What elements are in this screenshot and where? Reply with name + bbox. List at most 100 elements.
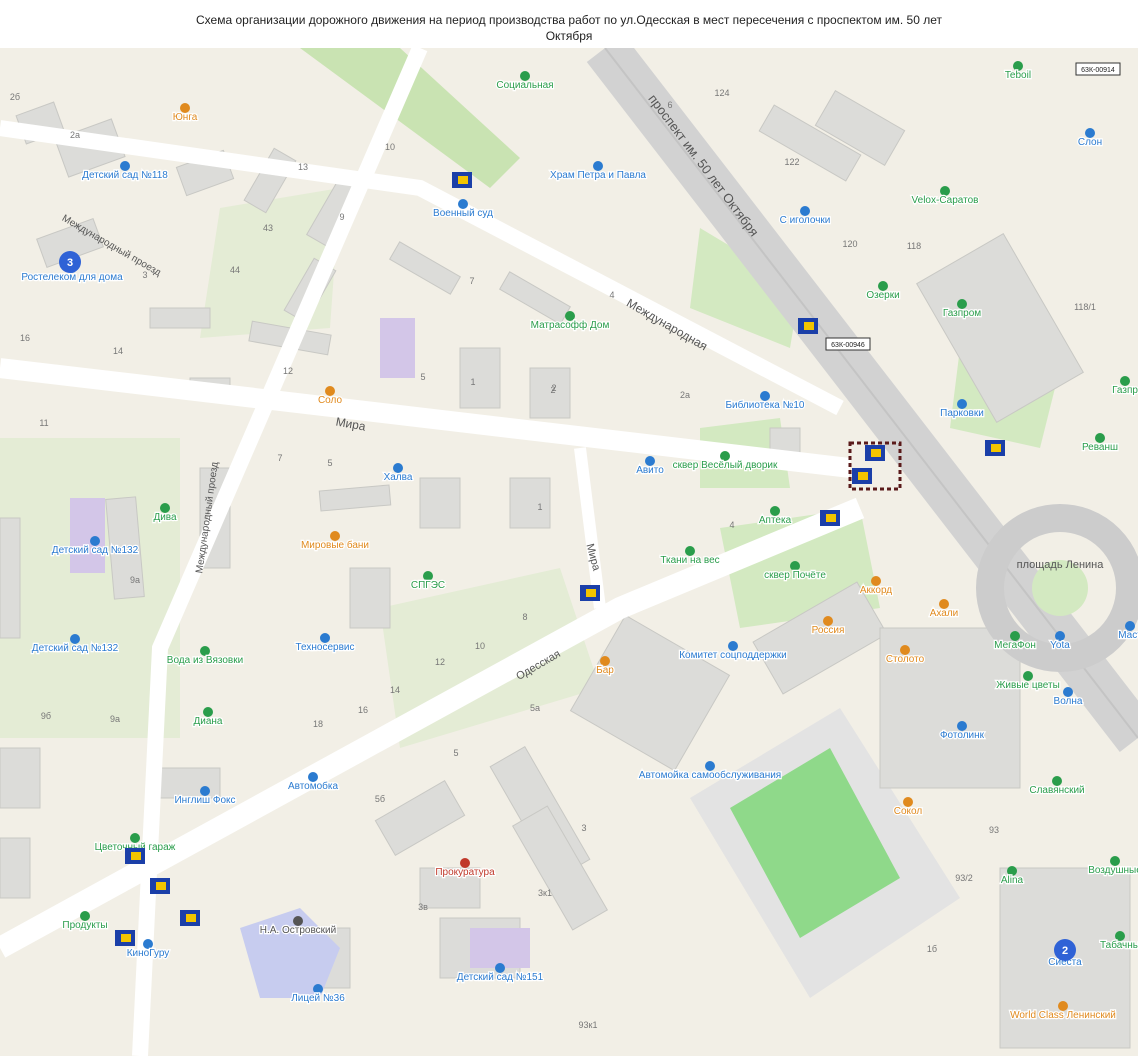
poi-label: Сокол — [894, 806, 923, 817]
map-title: Схема организации дорожного движения на … — [0, 0, 1138, 48]
sign-yellow — [156, 882, 166, 890]
traffic-sign-icon — [852, 468, 872, 484]
building — [0, 747, 41, 809]
house-number: 14 — [113, 346, 123, 356]
poi-label: сквер Весёлый дворик — [673, 460, 778, 471]
poi-label: Социальная — [496, 80, 553, 91]
poi-label: Velox-Саратов — [912, 195, 979, 206]
poi-label: Автомобка — [288, 780, 339, 792]
house-number: 122 — [784, 157, 799, 167]
poi-label: Мировые бани — [301, 539, 369, 551]
poi-label: Соло — [318, 395, 343, 406]
poi-label: Аптека — [759, 515, 792, 526]
poi-label: Библиотека №10 — [725, 399, 804, 411]
house-number: 7 — [277, 453, 282, 463]
house-number: 12 — [283, 366, 293, 376]
road-code-sign: 63К-00946 — [825, 337, 871, 351]
house-number: 9а — [110, 714, 120, 724]
sign-code: 63К-00914 — [1081, 67, 1115, 74]
poi-label: Волна — [1054, 696, 1083, 707]
poi-label: Диана — [193, 716, 222, 727]
house-number: 10 — [475, 641, 485, 651]
poi-label: Дива — [153, 512, 177, 523]
house-number: 93/2 — [955, 873, 973, 883]
house-number: 8 — [522, 612, 527, 622]
poi-label: Прокуратура — [435, 867, 495, 878]
poi-label: Юнга — [173, 112, 198, 123]
house-number: 120 — [842, 239, 857, 249]
poi-label: Бар — [596, 665, 614, 676]
cluster-badge[interactable]: 3 — [59, 251, 81, 273]
sign-yellow — [804, 322, 814, 330]
poi-label: Военный суд — [433, 208, 493, 219]
house-number: 2 — [550, 385, 555, 395]
house-number: 1б — [927, 944, 937, 954]
building — [509, 477, 551, 529]
poi-label: Детский сад №151 — [457, 972, 544, 983]
cluster-badge[interactable]: 2 — [1054, 939, 1076, 961]
house-number: 1 — [537, 502, 542, 512]
poi-label: Авито — [636, 465, 664, 476]
house-number: 5а — [530, 703, 540, 713]
traffic-sign-icon — [580, 585, 600, 601]
road-code-sign: 63К-00914 — [1075, 62, 1121, 76]
poi-label: сквер Почёте — [764, 570, 826, 581]
house-number: 3 — [581, 823, 586, 833]
house-number: 44 — [230, 265, 240, 275]
traffic-sign-icon — [125, 848, 145, 864]
sign-code: 63К-00946 — [831, 342, 865, 349]
building-kindergarten — [70, 498, 105, 573]
poi-label: Табачны — [1100, 939, 1138, 951]
poi-label: Ахали — [930, 608, 959, 619]
map-svg[interactable]: проспект им. 50 лет ОктябряМеждународная… — [0, 48, 1138, 1056]
poi-label: СПГЭС — [411, 580, 445, 591]
building — [419, 477, 461, 529]
house-number: 10 — [385, 142, 395, 152]
poi-label: Воздушные — [1088, 865, 1138, 876]
poi-label: Вода из Вязовки — [167, 655, 243, 666]
poi-label: Ткани на вес — [660, 555, 719, 566]
house-number: 2а — [70, 130, 80, 140]
building — [149, 307, 211, 329]
poi-label: Детский сад №132 — [32, 643, 119, 654]
traffic-sign-icon — [865, 445, 885, 461]
house-number: 2а — [680, 390, 690, 400]
sign-yellow — [458, 176, 468, 184]
house-number: 3в — [418, 902, 428, 912]
house-number: 13 — [298, 162, 308, 172]
sign-yellow — [186, 914, 196, 922]
house-number: 118 — [907, 241, 921, 251]
house-number: 1 — [470, 377, 475, 387]
building — [0, 837, 31, 899]
sign-yellow — [991, 444, 1001, 452]
traffic-sign-icon — [150, 878, 170, 894]
house-number: 93 — [989, 825, 999, 835]
building — [349, 567, 391, 629]
poi-label: Техносервис — [296, 642, 355, 653]
poi-label: МегаФон — [994, 640, 1036, 651]
poi-label: Фотолинк — [940, 730, 985, 741]
map-canvas[interactable]: проспект им. 50 лет Октября Международная… — [0, 48, 1138, 1056]
house-number: 14 — [390, 685, 400, 695]
house-number: 4 — [609, 290, 614, 300]
poi-label: Teboil — [1005, 70, 1031, 81]
poi-label: С иголочки — [780, 215, 831, 226]
sign-yellow — [121, 934, 131, 942]
house-number: 9а — [130, 575, 140, 585]
poi-label: Продукты — [62, 920, 107, 931]
house-number: 16 — [358, 705, 368, 715]
traffic-sign-icon — [115, 930, 135, 946]
poi-label: Газпром — [943, 308, 981, 319]
sign-yellow — [858, 472, 868, 480]
map-title-line-2: Октября — [545, 29, 593, 43]
house-number: 43 — [263, 223, 273, 233]
poi-label: Матрасофф Дом — [531, 319, 610, 331]
poi-label: Слон — [1078, 137, 1102, 148]
poi-label: Ростелеком для дома — [21, 272, 123, 283]
street-label-ploshchad: площадь Ленина — [1017, 559, 1105, 571]
house-number: 5б — [375, 794, 385, 804]
map-title-line-1: Схема организации дорожного движения на … — [196, 13, 942, 27]
poi-label: Столото — [886, 654, 925, 665]
house-number: 118/1 — [1074, 302, 1096, 312]
poi-label: Газпр — [1112, 385, 1138, 396]
